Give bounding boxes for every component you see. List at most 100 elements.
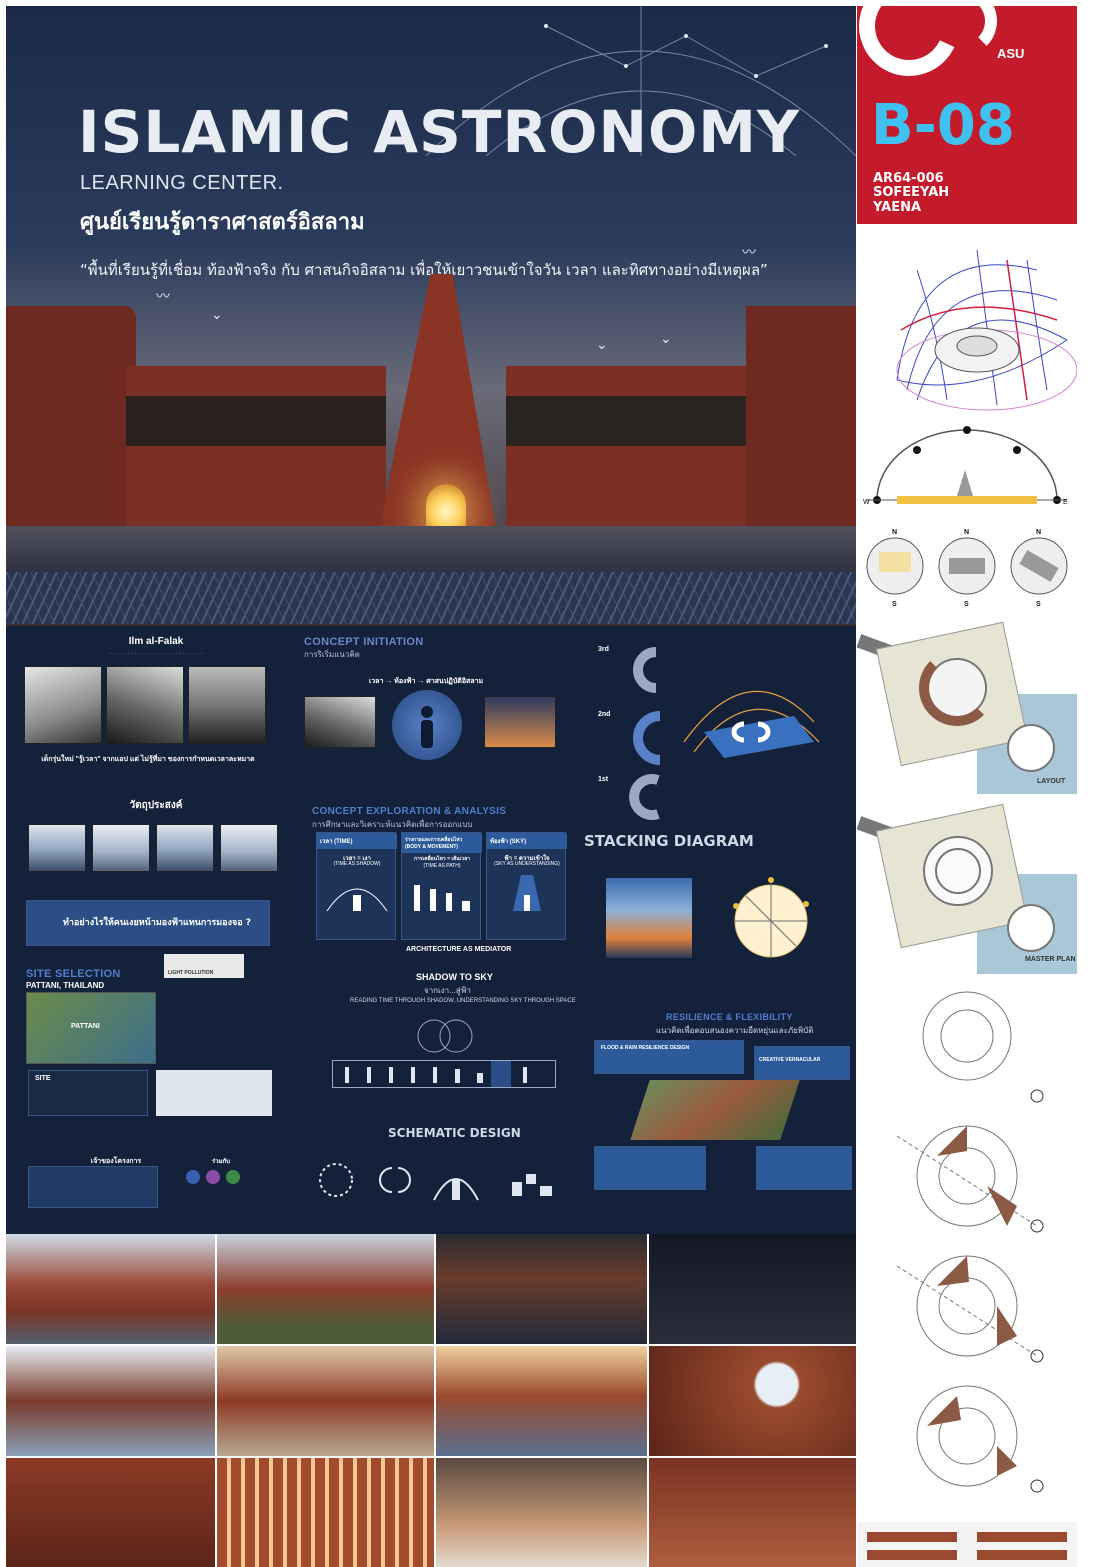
reading-time-text: READING TIME THROUGH SHADOW, UNDERSTANDI… xyxy=(350,998,576,1004)
shadow-sequence-strip xyxy=(332,1060,556,1088)
photo-teacher xyxy=(92,824,150,872)
concept-initiation-th: การริเริ่มแนวคิด xyxy=(304,650,360,659)
hero-render: ISLAMIC ASTRONOMY LEARNING CENTER. ศูนย์… xyxy=(6,6,856,626)
photo-youth xyxy=(28,824,86,872)
render-gallery xyxy=(6,1234,856,1567)
building-inner-ring xyxy=(935,848,981,894)
stacked-floor-rings xyxy=(629,647,661,820)
bird-icon: 〰 xyxy=(156,288,170,304)
resilience-title: RESILIENCE & FLEXIBILITY xyxy=(666,1012,793,1022)
column-body-formula: การเคลื่อนไหว = เส้นเวลา xyxy=(414,856,470,862)
render-reflecting-pool xyxy=(436,1346,647,1456)
sun-path-dome-diagram xyxy=(857,230,1077,420)
shadow-to-sky-title: SHADOW TO SKY xyxy=(416,972,493,982)
compass-s: S xyxy=(892,601,897,608)
question-panel: ทำอย่างไรให้คนเงยหน้ามองฟ้าแทนการมองจอ ? xyxy=(26,900,270,946)
render-courtyard xyxy=(6,1234,215,1344)
poster-title: ISLAMIC ASTRONOMY xyxy=(78,98,801,166)
bird-icon: ⌄ xyxy=(211,306,223,322)
flood-panel: FLOOD & RAIN RESILIENCE DESIGN xyxy=(594,1040,744,1074)
compass-n: N xyxy=(892,529,897,536)
render-ramp xyxy=(436,1458,647,1567)
partner-logo xyxy=(186,1170,200,1184)
asu-logo: ASU xyxy=(997,46,1025,61)
column-sky-head: ท้องฟ้า (SKY) xyxy=(487,833,567,849)
render-corridor xyxy=(6,1458,215,1567)
schematic-design-title: SCHEMATIC DESIGN xyxy=(388,1126,521,1140)
floor-3rd: 3rd xyxy=(598,646,609,653)
light-pollution-label: LIGHT POLLUTION xyxy=(168,970,214,976)
poster-subtitle: LEARNING CENTER. xyxy=(80,172,284,194)
brick-building-left xyxy=(126,366,386,546)
master-plan: MASTER PLAN xyxy=(857,796,1077,974)
water-pavilion xyxy=(1007,724,1055,772)
photo-shadow xyxy=(304,696,376,748)
sun-path-model xyxy=(683,690,820,758)
layout-label: LAYOUT xyxy=(1037,778,1066,785)
concept-exploration-title: CONCEPT EXPLORATION & ANALYSIS xyxy=(312,806,507,817)
schematic-diagrams xyxy=(319,1163,552,1201)
ilm-title: Ilm al-Falak xyxy=(128,636,184,647)
board-code: B-08 xyxy=(871,93,1015,158)
compass-s: S xyxy=(964,601,969,608)
venn-diagram xyxy=(417,1019,473,1053)
student-surname-line: YAENA xyxy=(873,199,922,215)
poster-thai-title: ศูนย์เรียนรู้ดาราศาสตร์อิสลาม xyxy=(80,210,365,235)
stacking-sky-photo xyxy=(606,878,692,958)
layout-plan: LAYOUT xyxy=(857,614,1077,794)
column-time-head: เวลา (TIME) xyxy=(317,833,397,849)
compass-n: N xyxy=(964,529,969,536)
photo-dusk xyxy=(484,696,556,748)
compass-w: W xyxy=(863,499,870,506)
column-time: เวลา (TIME) เวลา = เงา (TIME AS SHADOW) xyxy=(316,832,397,940)
water-pavilion xyxy=(1007,904,1055,952)
site-selection-title: SITE SELECTION xyxy=(26,968,121,980)
site-map-label: PATTANI xyxy=(71,1023,100,1030)
vernacular-title: CREATIVE VERNACULAR xyxy=(759,1057,821,1063)
master-plan-label: MASTER PLAN xyxy=(1025,956,1076,963)
bird-icon: ⌄ xyxy=(596,336,608,352)
project-badge: ASU B-08 AR64-006 SOFEEYAH YAENA xyxy=(857,6,1077,224)
compass-n: N xyxy=(1036,529,1041,536)
column-body-head: ร่างกายและการเคลื่อนไหว (BODY & MOVEMENT… xyxy=(402,833,482,853)
render-palm-plaza xyxy=(6,1346,215,1456)
site-access-map xyxy=(156,1070,272,1116)
resilience-note-right xyxy=(756,1146,852,1190)
student-name-line: SOFEEYAH xyxy=(873,185,950,201)
site-model-render xyxy=(630,1080,800,1140)
render-skylight xyxy=(649,1346,856,1456)
problem-head: เด็กรุ่นใหม่ "รู้เวลา" จากแอป แต่ ไม่รู้… xyxy=(41,756,255,763)
objective-title: วัตถุประสงค์ xyxy=(129,800,183,811)
resilience-th: แนวคิดเพื่อตอบสนองความยืดหยุ่นและภัยพิบั… xyxy=(656,1026,814,1035)
sundial-plan xyxy=(733,877,809,958)
ilm-text: · · · · · · · · · · · · · · · · · · · · … xyxy=(109,651,203,657)
stacking-diagram-title: STACKING DIAGRAM xyxy=(584,832,754,850)
site-map-photo: PATTANI xyxy=(26,992,156,1064)
student-id-line: AR64-006 xyxy=(873,171,944,186)
light-pollution-map: LIGHT POLLUTION xyxy=(164,954,244,978)
compass-e: E xyxy=(1063,499,1068,506)
glowing-portal xyxy=(426,484,466,530)
render-brick-screen xyxy=(217,1458,434,1567)
building-ring xyxy=(919,650,995,726)
floor-plans xyxy=(857,976,1077,1567)
site-zoom: SITE xyxy=(28,1070,148,1116)
render-garden xyxy=(217,1234,434,1344)
site-label: SITE xyxy=(35,1075,51,1082)
render-arcade xyxy=(217,1346,434,1456)
compass-s: S xyxy=(1036,601,1041,608)
photo-family xyxy=(220,824,278,872)
column-body-en: (TIME AS PATH) xyxy=(423,863,461,869)
student-id: AR64-006 SOFEEYAH YAENA xyxy=(873,171,950,215)
floor-2nd: 2nd xyxy=(598,711,611,718)
flood-title: FLOOD & RAIN RESILIENCE DESIGN xyxy=(601,1045,690,1051)
site-location: PATTANI, THAILAND xyxy=(26,981,105,990)
column-sky-en: (SKY AS UNDERSTANDING) xyxy=(494,861,560,867)
photo-prayer xyxy=(24,666,102,744)
question-text: ทำอย่างไรให้คนเงยหน้ามองฟ้าแทนการมองจอ ? xyxy=(63,918,252,928)
photo-sky xyxy=(106,666,184,744)
architecture-mediator: ARCHITECTURE AS MEDIATOR xyxy=(406,946,512,953)
column-body: ร่างกายและการเคลื่อนไหว (BODY & MOVEMENT… xyxy=(401,832,482,940)
concept-initiation-title: CONCEPT INITIATION xyxy=(304,636,424,648)
calligraphy-band xyxy=(6,572,856,624)
